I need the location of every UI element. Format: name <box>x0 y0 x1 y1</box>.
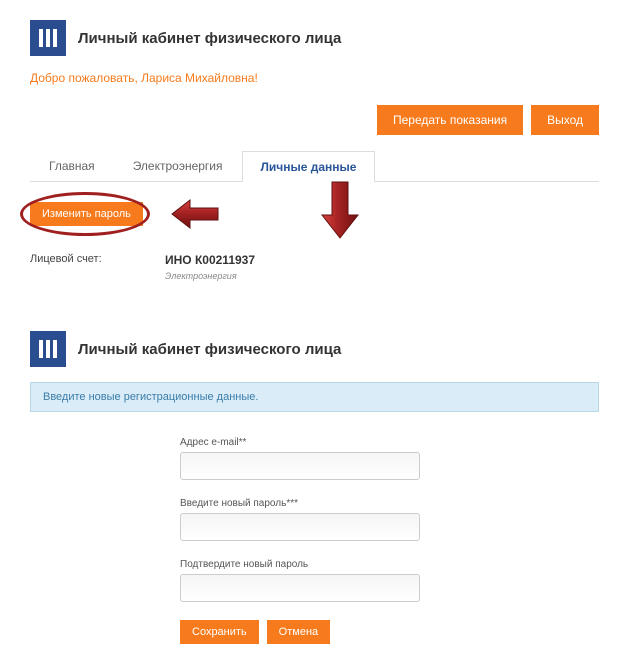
lower-page-title: Личный кабинет физического лица <box>78 341 341 358</box>
tabs: Главная Электроэнергия Личные данные <box>30 150 599 182</box>
tab-energy[interactable]: Электроэнергия <box>114 150 242 181</box>
email-label: Адрес e-mail** <box>180 437 420 448</box>
logo-icon <box>30 331 66 367</box>
header: Личный кабинет физического лица <box>30 20 599 56</box>
lower-header: Личный кабинет физического лица <box>30 331 599 367</box>
account-value: ИНО К00211937 <box>165 253 255 267</box>
welcome-text: Добро пожаловать, Лариса Михайловна! <box>30 71 599 85</box>
submit-readings-button[interactable]: Передать показания <box>377 105 523 135</box>
tab-personal[interactable]: Личные данные <box>242 151 376 182</box>
confirm-password-field[interactable] <box>180 574 420 602</box>
password-label: Введите новый пароль*** <box>180 498 420 509</box>
save-button[interactable]: Сохранить <box>180 620 259 644</box>
change-password-button[interactable]: Изменить пароль <box>30 202 143 226</box>
cancel-button[interactable]: Отмена <box>267 620 330 644</box>
confirm-label: Подтвердите новый пароль <box>180 559 420 570</box>
tab-main[interactable]: Главная <box>30 150 114 181</box>
account-label: Лицевой счет: <box>30 253 165 267</box>
info-message: Введите новые регистрационные данные. <box>30 382 599 412</box>
account-sub: Электроэнергия <box>165 271 599 281</box>
password-field[interactable] <box>180 513 420 541</box>
email-field[interactable] <box>180 452 420 480</box>
page-title: Личный кабинет физического лица <box>78 30 341 47</box>
logo-icon <box>30 20 66 56</box>
logout-button[interactable]: Выход <box>531 105 599 135</box>
arrow-left-annotation <box>170 198 220 230</box>
arrow-down-annotation <box>320 180 360 240</box>
